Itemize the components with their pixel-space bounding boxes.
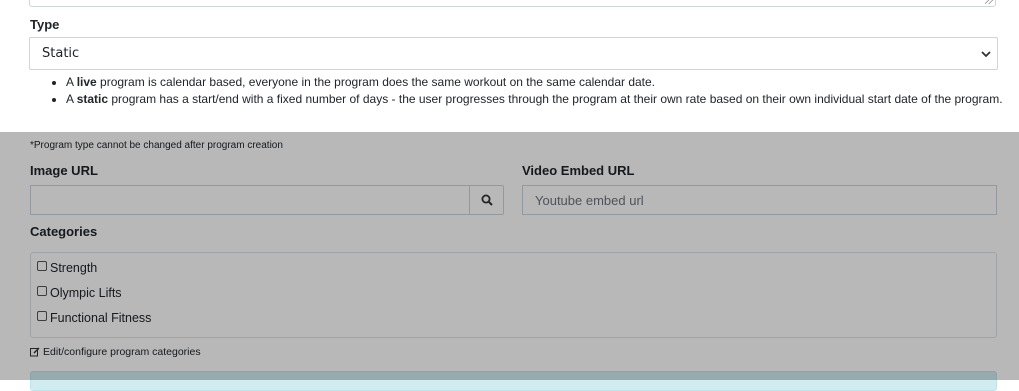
type-select-value: Static bbox=[42, 46, 80, 61]
program-type-note: *Program type cannot be changed after pr… bbox=[30, 140, 283, 151]
checkbox[interactable] bbox=[37, 286, 47, 296]
type-help-list: A live program is calendar based, everyo… bbox=[30, 74, 1019, 108]
video-embed-label: Video Embed URL bbox=[522, 163, 635, 178]
edit-icon bbox=[30, 347, 40, 357]
category-functional-fitness[interactable]: Functional Fitness bbox=[37, 311, 151, 325]
help-item-static: A static program has a start/end with a … bbox=[66, 91, 1019, 108]
type-select[interactable]: Static bbox=[29, 37, 998, 70]
image-url-input[interactable] bbox=[30, 185, 470, 215]
edit-categories-link[interactable]: Edit/configure program categories bbox=[30, 346, 201, 358]
description-textarea[interactable] bbox=[29, 0, 996, 7]
type-label: Type bbox=[30, 17, 60, 32]
help-item-live: A live program is calendar based, everyo… bbox=[66, 74, 1019, 91]
image-search-button[interactable] bbox=[469, 185, 504, 215]
checkbox[interactable] bbox=[37, 311, 47, 321]
image-url-label: Image URL bbox=[30, 163, 98, 178]
categories-list: Strength Olympic Lifts Functional Fitnes… bbox=[30, 252, 997, 338]
categories-label: Categories bbox=[30, 224, 98, 239]
chevron-down-icon bbox=[981, 51, 991, 58]
search-icon bbox=[481, 194, 493, 206]
category-olympic-lifts[interactable]: Olympic Lifts bbox=[37, 286, 122, 300]
resize-grip-icon[interactable] bbox=[985, 0, 993, 4]
video-embed-input[interactable] bbox=[522, 185, 997, 215]
info-alert bbox=[30, 371, 997, 391]
checkbox[interactable] bbox=[37, 261, 47, 271]
category-strength[interactable]: Strength bbox=[37, 261, 97, 275]
